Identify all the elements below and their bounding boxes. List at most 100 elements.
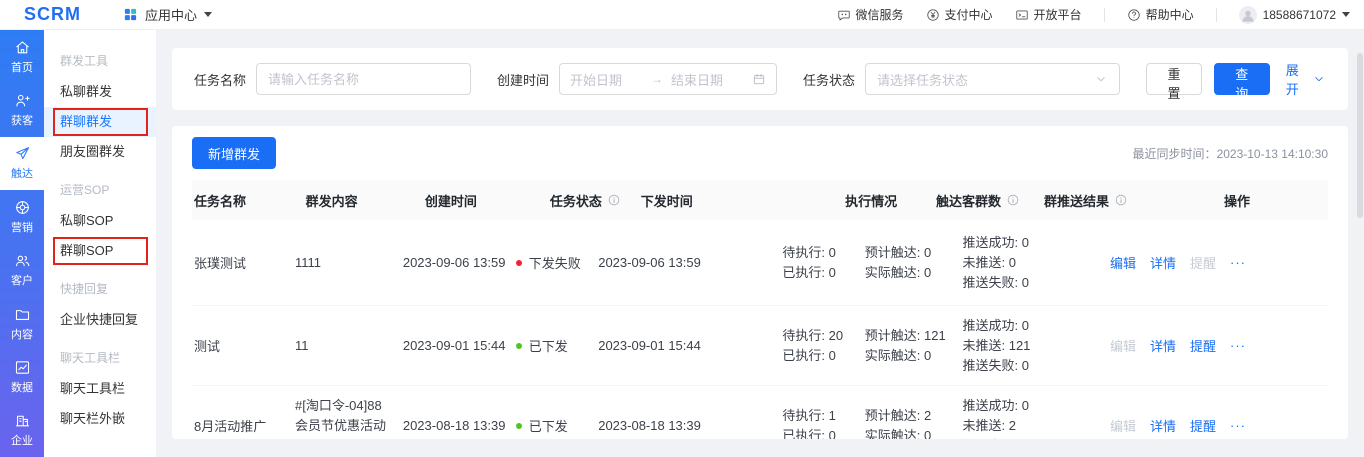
detail-link[interactable]: 详情 bbox=[1146, 253, 1180, 272]
more-actions-link[interactable]: ··· bbox=[1226, 418, 1250, 433]
more-actions-link[interactable]: ··· bbox=[1226, 255, 1250, 270]
col-reach: 触达客群数 bbox=[936, 191, 1044, 210]
cell-push-result: 推送成功: 0未推送: 2推送失败: 0 bbox=[962, 396, 1105, 440]
detail-link[interactable]: 详情 bbox=[1146, 336, 1180, 355]
open-platform-icon bbox=[1015, 8, 1029, 22]
edit-link: 编辑 bbox=[1106, 416, 1140, 435]
topbar: SCRM 应用中心 微信服务 支付中心 bbox=[0, 0, 1364, 30]
reset-button[interactable]: 重置 bbox=[1146, 63, 1202, 95]
pay-center-link[interactable]: 支付中心 bbox=[926, 6, 993, 23]
divider bbox=[1216, 8, 1217, 22]
sidebar-item-acquire[interactable]: 获客 bbox=[0, 83, 44, 136]
status-dot bbox=[516, 343, 522, 349]
chevron-down-icon bbox=[204, 12, 212, 17]
edit-link: 编辑 bbox=[1106, 336, 1140, 355]
chevron-down-icon bbox=[1342, 12, 1350, 17]
pay-icon bbox=[926, 8, 940, 22]
col-status: 任务状态 bbox=[550, 191, 641, 210]
section-title-quick-reply: 快捷回复 bbox=[44, 266, 156, 305]
sidebar-item-label: 企业 bbox=[11, 432, 33, 448]
task-name-input[interactable] bbox=[256, 63, 471, 95]
app-center-label: 应用中心 bbox=[145, 5, 197, 24]
cell-actions: 编辑 详情 提醒 ··· bbox=[1106, 253, 1328, 272]
expand-toggle[interactable]: 展开 bbox=[1286, 60, 1326, 98]
col-push-result: 群推送结果 bbox=[1044, 191, 1203, 210]
submenu-item-private-mass-send[interactable]: 私聊群发 bbox=[44, 77, 156, 107]
cell-exec: 待执行: 1已执行: 0 bbox=[782, 406, 864, 440]
col-actions: 操作 bbox=[1203, 191, 1328, 210]
date-range-picker[interactable]: 开始日期 → 结束日期 bbox=[559, 63, 777, 95]
cell-exec: 待执行: 0已执行: 0 bbox=[782, 243, 864, 283]
cell-created: 2023-09-06 13:59 bbox=[403, 255, 516, 270]
cell-push-result: 推送成功: 0未推送: 121推送失败: 0 bbox=[962, 316, 1105, 376]
wechat-service-link[interactable]: 微信服务 bbox=[837, 6, 904, 23]
cell-issued: 2023-09-01 15:44 bbox=[598, 338, 782, 353]
help-center-link[interactable]: 帮助中心 bbox=[1127, 6, 1194, 23]
cell-task-name: 张璞测试 bbox=[192, 253, 295, 272]
add-mass-send-button[interactable]: 新增群发 bbox=[192, 137, 276, 169]
last-sync-time: 最近同步时间：2023-10-13 14:10:30 bbox=[1133, 145, 1328, 162]
start-date-placeholder: 开始日期 bbox=[570, 70, 622, 89]
submenu-item-chat-toolbar[interactable]: 聊天工具栏 bbox=[44, 374, 156, 404]
info-icon[interactable] bbox=[1114, 193, 1128, 207]
cell-issued: 2023-09-06 13:59 bbox=[598, 255, 782, 270]
remind-link[interactable]: 提醒 bbox=[1186, 416, 1220, 435]
task-table: 任务名称 群发内容 创建时间 任务状态 下发时间 执行情况 触达客群数 bbox=[192, 180, 1328, 439]
submenu-item-enterprise-quick-reply[interactable]: 企业快捷回复 bbox=[44, 305, 156, 335]
chevron-down-icon bbox=[1312, 72, 1326, 86]
sidebar-item-data[interactable]: 数据 bbox=[0, 350, 44, 403]
account-menu[interactable]: 18588671072 bbox=[1239, 6, 1350, 24]
info-icon[interactable] bbox=[607, 193, 621, 207]
range-arrow: → bbox=[651, 72, 663, 86]
search-button[interactable]: 查询 bbox=[1214, 63, 1270, 95]
wechat-icon bbox=[837, 8, 851, 22]
open-platform-link[interactable]: 开放平台 bbox=[1015, 6, 1082, 23]
cell-created: 2023-08-18 13:39 bbox=[403, 418, 516, 433]
remind-link: 提醒 bbox=[1186, 253, 1220, 272]
secondary-sidebar: 群发工具 私聊群发 群聊群发 朋友圈群发 运营SOP 私聊SOP 群聊SOP 快… bbox=[44, 30, 156, 457]
sidebar-item-marketing[interactable]: 营销 bbox=[0, 190, 44, 243]
primary-sidebar: 首页 获客 触达 营销 客户 bbox=[0, 30, 44, 457]
cell-status: 已下发 bbox=[516, 336, 598, 355]
section-title-chat-toolbar: 聊天工具栏 bbox=[44, 335, 156, 374]
detail-link[interactable]: 详情 bbox=[1146, 416, 1180, 435]
submenu-item-group-sop[interactable]: 群聊SOP bbox=[44, 236, 156, 266]
scrm-logo: SCRM bbox=[24, 4, 81, 25]
section-title-mass-send-tools: 群发工具 bbox=[44, 38, 156, 77]
create-time-label: 创建时间 bbox=[497, 70, 549, 89]
sidebar-item-label: 获客 bbox=[11, 112, 33, 128]
cell-actions: 编辑 详情 提醒 ··· bbox=[1106, 416, 1328, 435]
submenu-item-private-sop[interactable]: 私聊SOP bbox=[44, 206, 156, 236]
submenu-item-moments-mass-send[interactable]: 朋友圈群发 bbox=[44, 137, 156, 167]
edit-link[interactable]: 编辑 bbox=[1106, 253, 1140, 272]
cell-task-name: 测试 bbox=[192, 336, 295, 355]
submenu-item-chat-embed[interactable]: 聊天栏外嵌 bbox=[44, 404, 156, 434]
sidebar-item-customer[interactable]: 客户 bbox=[0, 244, 44, 297]
page-scrollbar[interactable] bbox=[1356, 31, 1364, 457]
sidebar-item-label: 首页 bbox=[11, 59, 33, 75]
task-name-label: 任务名称 bbox=[194, 70, 246, 89]
app-center-menu[interactable]: 应用中心 bbox=[123, 5, 212, 24]
sidebar-item-reach[interactable]: 触达 bbox=[0, 137, 44, 190]
sidebar-item-enterprise[interactable]: 企业 bbox=[0, 404, 44, 457]
col-exec: 执行情况 bbox=[845, 191, 936, 210]
scrollbar-thumb[interactable] bbox=[1357, 53, 1363, 218]
table-row: 张璞测试 1111 2023-09-06 13:59 下发失败 2023-09-… bbox=[192, 220, 1328, 306]
cell-issued: 2023-08-18 13:39 bbox=[598, 418, 782, 433]
more-actions-link[interactable]: ··· bbox=[1226, 338, 1250, 353]
table-header-row: 任务名称 群发内容 创建时间 任务状态 下发时间 执行情况 触达客群数 bbox=[192, 180, 1328, 220]
cell-push-result: 推送成功: 0未推送: 0推送失败: 0 bbox=[962, 233, 1105, 293]
cell-reach: 预计触达: 2实际触达: 0 bbox=[865, 406, 963, 440]
sidebar-item-home[interactable]: 首页 bbox=[0, 30, 44, 83]
app-grid-icon bbox=[123, 7, 138, 22]
submenu-item-group-mass-send[interactable]: 群聊群发 bbox=[44, 107, 156, 137]
calendar-icon bbox=[752, 72, 766, 86]
remind-link[interactable]: 提醒 bbox=[1186, 336, 1220, 355]
cell-exec: 待执行: 20已执行: 0 bbox=[782, 326, 864, 366]
pay-center-label: 支付中心 bbox=[945, 6, 993, 23]
cell-reach: 预计触达: 121实际触达: 0 bbox=[865, 326, 963, 366]
info-icon[interactable] bbox=[1006, 193, 1020, 207]
end-date-placeholder: 结束日期 bbox=[671, 70, 723, 89]
sidebar-item-content[interactable]: 内容 bbox=[0, 297, 44, 350]
task-status-select[interactable]: 请选择任务状态 bbox=[865, 63, 1120, 95]
